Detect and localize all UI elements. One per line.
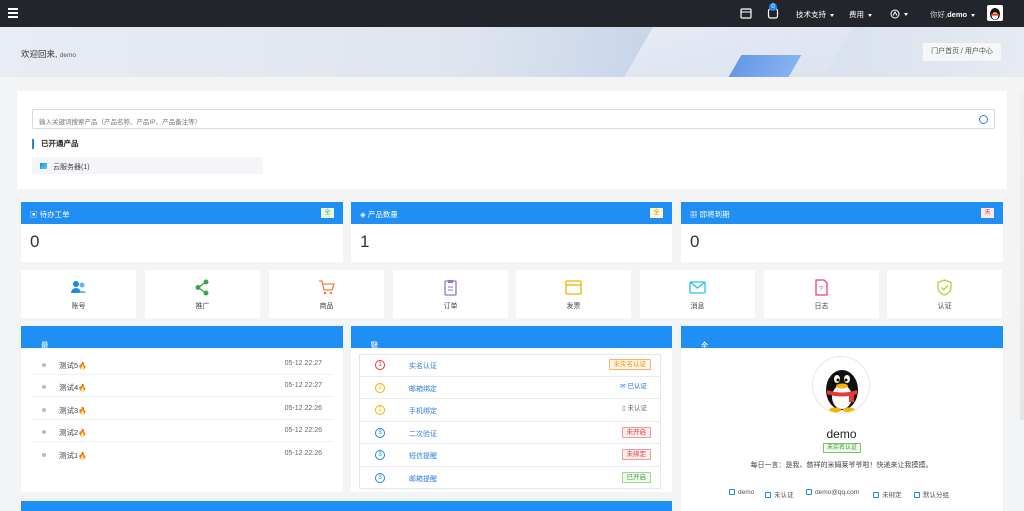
invoice-icon: [565, 280, 582, 295]
quick-link-invoice[interactable]: 发票: [516, 270, 631, 318]
quick-link-account[interactable]: 账号: [21, 270, 136, 318]
menu-toggle-icon[interactable]: [8, 8, 18, 18]
cart-icon[interactable]: [740, 8, 752, 19]
cart-icon: [319, 280, 335, 295]
user-menu[interactable]: 你好,demo: [930, 9, 976, 20]
fee-menu[interactable]: 费用: [849, 9, 872, 20]
profile-info-group: 默认分组: [914, 489, 949, 499]
daily-quote: 每日一言：是我、慈祥的米姆莱爷爷啦！快递来让我摸摸。: [750, 462, 933, 469]
stat-tag: 全: [321, 208, 334, 218]
support-menu[interactable]: 技术支持: [796, 9, 834, 20]
profile-panel: [681, 326, 1003, 511]
notice-item[interactable]: 测试1🔥 05-12 22:26: [31, 443, 334, 465]
profile-info-wechat: 未绑定: [873, 489, 902, 499]
hot-icon: 🔥: [78, 363, 87, 370]
quick-link-goods[interactable]: 商品: [269, 270, 384, 318]
stat-header-products: ◈ 产品数量 全: [351, 202, 672, 224]
layers-icon: ◈: [360, 210, 368, 219]
phone-icon: [765, 492, 771, 498]
avatar[interactable]: [987, 5, 1003, 21]
quick-link-messages[interactable]: 消息: [640, 270, 755, 318]
security-row-phone: 2 手机绑定 ▯ 未认证: [359, 399, 661, 422]
stat-tag: 全: [650, 208, 663, 218]
product-item-cloud-server[interactable]: 云服务器(1): [32, 157, 263, 174]
top-navbar: 0 技术支持 费用 你好,demo: [0, 0, 1024, 27]
security-row-email: 2 邮箱绑定 ✉ 已认证: [359, 377, 661, 399]
quick-link-label: 认证: [937, 303, 952, 310]
stat-header-tickets: ▣ 待办工单 全: [21, 202, 343, 224]
quick-link-label: 订单: [443, 303, 458, 310]
clipboard-icon: [444, 280, 457, 296]
security-row-realname: 1 实名认证 未实名认证: [359, 354, 661, 377]
language-menu[interactable]: [890, 9, 908, 19]
quick-link-label: 日志: [814, 303, 829, 310]
opened-products-title: 已开通产品: [32, 139, 79, 149]
calendar-icon: ▦: [690, 210, 700, 219]
security-row-email-alert: 3 邮箱提醒 已开启: [359, 467, 661, 490]
quick-link-label: 推广: [195, 303, 210, 310]
profile-avatar[interactable]: [812, 356, 870, 414]
profile-name: demo: [826, 427, 857, 441]
stat-value-expiring: 0: [690, 232, 700, 251]
security-header: ⛉ 账户安全: [351, 326, 672, 383]
profile-info-phone: 未认证: [765, 489, 794, 499]
notice-item[interactable]: 测试5🔥 05-12 22:27: [31, 353, 334, 375]
wechat-icon: [873, 492, 879, 498]
server-icon: [40, 163, 47, 169]
notices-header: ♢ 最新通知: [21, 326, 343, 383]
quick-link-promotion[interactable]: 推广: [145, 270, 260, 318]
svg-text:?: ?: [819, 286, 823, 293]
group-icon: [914, 492, 920, 498]
ticket-icon: ▣: [30, 210, 40, 219]
security-row-sms: 3 短信提醒 未绑定: [359, 444, 661, 467]
stat-header-expiring: ▦ 即将到期 天: [681, 202, 1003, 224]
scrollbar[interactable]: [1020, 90, 1024, 420]
search-icon[interactable]: [979, 115, 988, 124]
mail-icon: ✉: [620, 382, 628, 390]
search-input[interactable]: 输入关键词搜索产品（产品名称、产品IP、产品备注等）: [32, 109, 995, 129]
status-badge: 未实名认证: [823, 443, 861, 453]
user-icon: [729, 489, 735, 495]
notice-item[interactable]: 测试4🔥 05-12 22:27: [31, 375, 334, 397]
notice-item[interactable]: 测试3🔥 05-12 22:26: [31, 398, 334, 420]
hot-icon: 🔥: [78, 385, 87, 392]
breadcrumb[interactable]: 门户首页 / 用户中心: [922, 42, 1002, 62]
stat-value-products: 1: [360, 232, 370, 251]
welcome-banner: 欢迎回来, demo: [0, 27, 1024, 77]
welcome-text: 欢迎回来, demo: [21, 49, 77, 59]
quick-link-label: 商品: [319, 303, 334, 310]
quick-link-verification[interactable]: 认证: [887, 270, 1002, 318]
mail-icon: [806, 489, 812, 495]
shield-check-icon: [937, 279, 952, 296]
quick-link-label: 发票: [566, 303, 581, 310]
profile-info-username: demo: [729, 489, 754, 496]
quick-link-label: 账号: [71, 303, 86, 310]
profile-info-email: demo@qq.com: [806, 489, 859, 496]
stat-value-tickets: 0: [30, 232, 40, 251]
next-panel-header: [21, 501, 672, 511]
quick-link-label: 消息: [690, 303, 705, 310]
share-icon: [195, 279, 209, 296]
notification-badge: 0: [769, 3, 777, 11]
users-icon: [71, 281, 86, 293]
security-row-2fa: 3 二次验证 未开启: [359, 422, 661, 444]
mail-icon: [689, 281, 706, 294]
globe-icon: [890, 9, 900, 19]
log-icon: ?: [815, 279, 828, 296]
stat-tag: 天: [981, 208, 994, 218]
profile-header: ♙ 个人信息: [681, 326, 1003, 383]
quick-link-logs[interactable]: ? 日志: [764, 270, 879, 318]
product-search-card: [17, 91, 1007, 189]
hot-icon: 🔥: [78, 408, 87, 415]
hot-icon: 🔥: [78, 430, 87, 437]
hot-icon: 🔥: [78, 453, 87, 460]
notice-item[interactable]: 测试2🔥 05-12 22:26: [31, 420, 334, 442]
quick-link-orders[interactable]: 订单: [393, 270, 508, 318]
